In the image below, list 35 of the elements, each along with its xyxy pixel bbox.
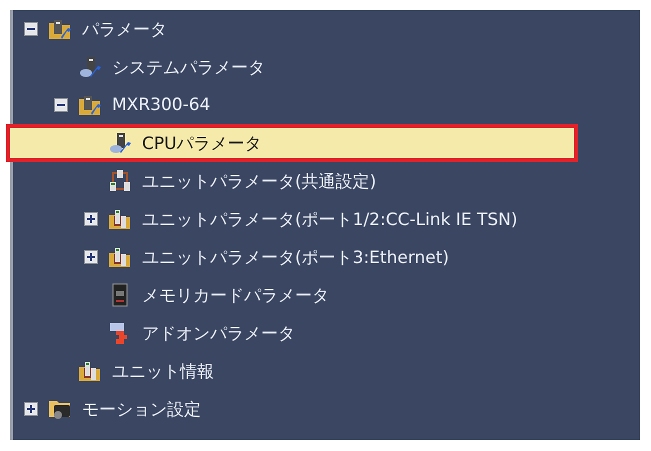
item-label: アドオンパラメータ: [142, 322, 295, 344]
expand-icon[interactable]: [84, 212, 98, 226]
item-label: CPUパラメータ: [142, 132, 262, 154]
folder-module-icon: [78, 359, 102, 383]
tree-item[interactable]: CPUパラメータ: [6, 124, 578, 162]
item-label: パラメータ: [82, 18, 167, 40]
item-label: MXR300-64: [112, 95, 210, 115]
collapse-icon[interactable]: [54, 98, 68, 112]
modules-icon: [108, 169, 132, 193]
computer-wrench-icon: [108, 131, 132, 155]
item-label: ユニットパラメータ(共通設定): [142, 170, 376, 192]
folder-wrench-icon: [48, 17, 72, 41]
tree-item[interactable]: ユニットパラメータ(ポート3:Ethernet): [6, 238, 578, 276]
item-label: モーション設定: [82, 398, 201, 420]
item-label: ユニットパラメータ(ポート3:Ethernet): [142, 246, 450, 268]
folder-modules-icon: [108, 245, 132, 269]
tree-item[interactable]: ユニットパラメータ(共通設定): [6, 162, 578, 200]
item-label: システムパラメータ: [112, 56, 265, 78]
tree-item[interactable]: アドオンパラメータ: [6, 314, 578, 352]
folder-wrench-icon: [78, 93, 102, 117]
item-label: メモリカードパラメータ: [142, 284, 329, 306]
expand-icon[interactable]: [24, 402, 38, 416]
folder-modules-icon: [108, 207, 132, 231]
item-label: ユニットパラメータ(ポート1/2:CC-Link IE TSN): [142, 208, 518, 230]
collapse-icon[interactable]: [24, 22, 38, 36]
tree-item[interactable]: システムパラメータ: [6, 48, 578, 86]
tree-item[interactable]: MXR300-64: [6, 86, 578, 124]
tree-item[interactable]: モーション設定: [6, 390, 578, 428]
computer-wrench-icon: [78, 55, 102, 79]
tree-item[interactable]: メモリカードパラメータ: [6, 276, 578, 314]
tree-item[interactable]: ユニット情報: [6, 352, 578, 390]
expand-icon[interactable]: [84, 250, 98, 264]
item-label: ユニット情報: [112, 360, 214, 382]
tree-item[interactable]: ユニットパラメータ(ポート1/2:CC-Link IE TSN): [6, 200, 578, 238]
tree-item[interactable]: パラメータ: [6, 10, 578, 48]
